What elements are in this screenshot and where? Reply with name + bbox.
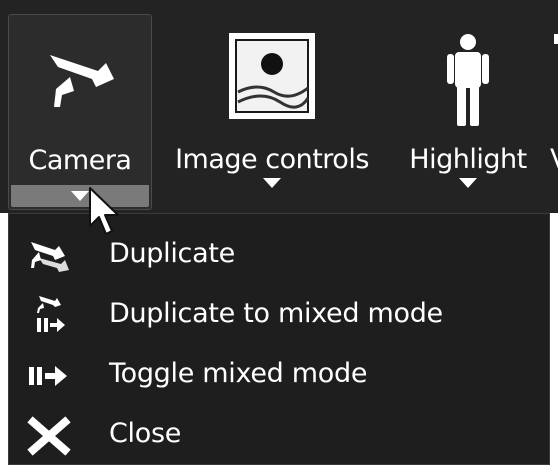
toggle-mixed-mode-icon — [25, 354, 73, 398]
camera-dropdown-menu: Duplicate Duplicate to mixed mode Toggle… — [8, 213, 550, 465]
menu-item-duplicate-to-mixed-mode[interactable]: Duplicate to mixed mode — [9, 286, 549, 346]
toolbar: Camera Image controls Highlight — [0, 0, 558, 213]
mouse-cursor-icon — [88, 186, 122, 240]
chevron-down-icon — [459, 178, 477, 188]
partial-toolbar-button[interactable]: V — [546, 14, 558, 210]
camera-icon — [40, 33, 120, 117]
chevron-down-icon — [71, 191, 89, 201]
camera-dropdown-bar[interactable] — [11, 185, 149, 207]
camera-label: Camera — [28, 145, 132, 176]
close-icon — [25, 414, 73, 458]
duplicate-camera-icon — [25, 234, 73, 278]
partial-label: V — [550, 144, 558, 175]
duplicate-mixed-mode-icon — [25, 294, 73, 338]
camera-button[interactable]: Camera — [8, 14, 152, 210]
highlight-label: Highlight — [409, 144, 527, 175]
image-controls-icon — [228, 32, 316, 124]
highlight-person-icon — [443, 32, 493, 132]
image-controls-button[interactable]: Image controls — [156, 14, 388, 210]
menu-item-close[interactable]: Close — [9, 406, 549, 466]
chevron-down-icon — [263, 178, 281, 188]
menu-item-label: Close — [109, 418, 182, 449]
partial-icon — [550, 32, 558, 76]
screen: Camera Image controls Highlight Duplicat… — [0, 0, 558, 473]
image-controls-label: Image controls — [175, 144, 369, 175]
menu-item-label: Duplicate — [109, 238, 235, 269]
menu-item-toggle-mixed-mode[interactable]: Toggle mixed mode — [9, 346, 549, 406]
menu-item-label: Toggle mixed mode — [109, 358, 368, 389]
highlight-button[interactable]: Highlight — [396, 14, 540, 210]
menu-item-label: Duplicate to mixed mode — [109, 298, 443, 329]
